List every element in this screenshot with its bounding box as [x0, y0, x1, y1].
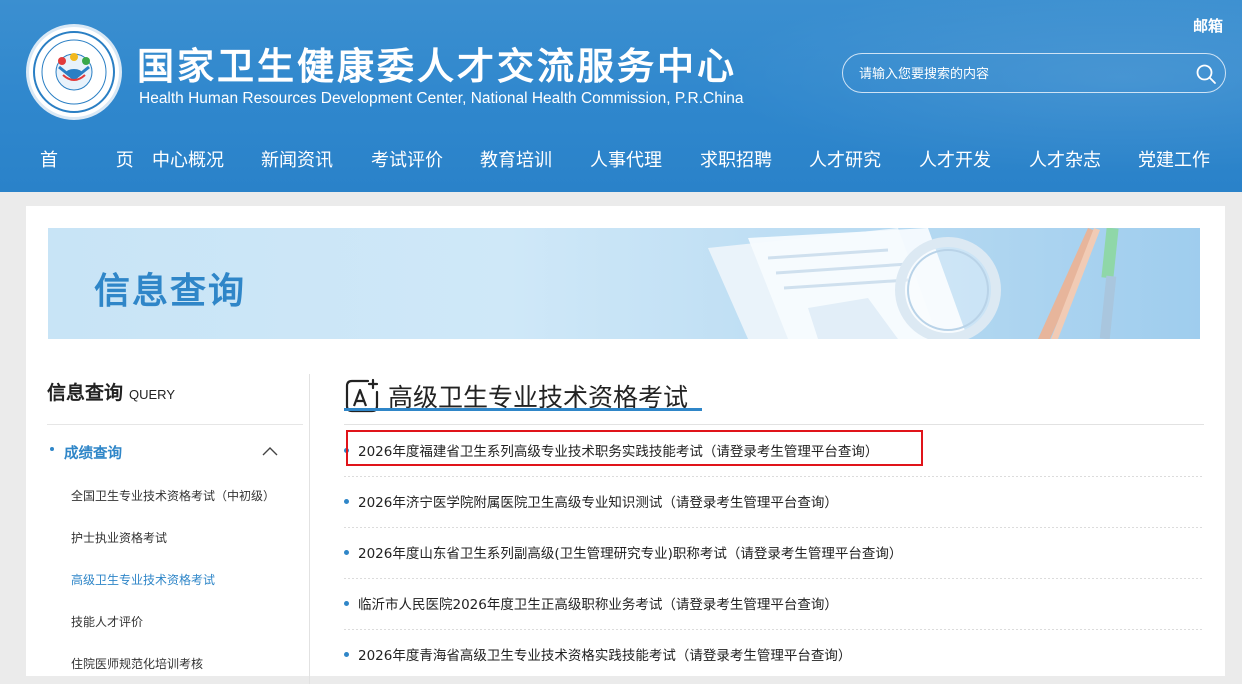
bullet-dot-icon — [50, 447, 54, 451]
nav-item-development[interactable]: 人才开发 — [919, 146, 991, 172]
bullet-dot-icon — [344, 550, 349, 555]
sidebar-category-label: 成绩查询 — [64, 446, 122, 462]
list-item[interactable]: 临沂市人民医院2026年度卫生正高级职称业务考试（请登录考生管理平台查询） — [344, 579, 1204, 630]
nav-item-exams[interactable]: 考试评价 — [371, 146, 443, 172]
site-header: 国家卫生健康委人才交流服务中心 Health Human Resources D… — [0, 0, 1242, 192]
sidebar-category-scores[interactable]: 成绩查询 — [50, 442, 280, 466]
main-nav: 首 页 中心概况 新闻资讯 考试评价 教育培训 人事代理 求职招聘 人才研究 人… — [0, 142, 1242, 178]
sidebar-title-en: QUERY — [129, 387, 176, 402]
banner-title: 信息查询 — [94, 271, 247, 312]
organization-seal-logo-icon — [33, 31, 115, 113]
sidebar-item-residency-training[interactable]: 住院医师规范化培训考核 — [71, 655, 203, 672]
nav-item-research[interactable]: 人才研究 — [809, 146, 881, 172]
list-item[interactable]: 2026年度福建省卫生系列高级专业技术职务实践技能考试（请登录考生管理平台查询） — [344, 426, 1204, 477]
list-item-link[interactable]: 2026年度青海省高级卫生专业技术资格实践技能考试（请登录考生管理平台查询） — [358, 644, 851, 664]
sidebar-item-senior-exam[interactable]: 高级卫生专业技术资格考试 — [71, 571, 215, 588]
list-item-link[interactable]: 2026年度福建省卫生系列高级专业技术职务实践技能考试（请登录考生管理平台查询） — [358, 440, 878, 460]
page-banner: 信息查询 — [48, 228, 1200, 339]
sidebar-divider — [47, 424, 303, 425]
search-box — [842, 53, 1226, 93]
sidebar-item-nurse-exam[interactable]: 护士执业资格考试 — [71, 529, 167, 546]
main-panel: 信息查询 信息查询 QUERY 成绩查询 全国卫生专业技术资格考试（中初级） 护士… — [26, 206, 1225, 684]
list-item[interactable]: 2026年济宁医学院附属医院卫生高级专业知识测试（请登录考生管理平台查询） — [344, 477, 1204, 528]
sidebar-item-national-exam[interactable]: 全国卫生专业技术资格考试（中初级） — [71, 487, 275, 504]
list-item-link[interactable]: 2026年济宁医学院附属医院卫生高级专业知识测试（请登录考生管理平台查询） — [358, 491, 838, 511]
search-input[interactable] — [857, 62, 1181, 86]
bullet-dot-icon — [344, 652, 349, 657]
nav-item-education[interactable]: 教育培训 — [480, 146, 552, 172]
organization-logo[interactable] — [26, 24, 122, 120]
site-title-en: Health Human Resources Development Cente… — [139, 90, 744, 107]
bullet-dot-icon — [344, 448, 349, 453]
bullet-dot-icon — [344, 601, 349, 606]
content-title-underline — [344, 408, 702, 411]
sidebar-item-skill-evaluation[interactable]: 技能人才评价 — [71, 613, 143, 630]
nav-item-party[interactable]: 党建工作 — [1138, 146, 1210, 172]
nav-item-about[interactable]: 中心概况 — [152, 146, 224, 172]
mail-link[interactable]: 邮箱 — [1193, 15, 1223, 36]
sidebar-title: 信息查询 QUERY — [47, 378, 175, 405]
chevron-up-icon[interactable] — [262, 446, 278, 456]
bullet-dot-icon — [344, 499, 349, 504]
content-header-divider — [344, 424, 1204, 425]
sidebar-title-cn: 信息查询 — [47, 382, 124, 404]
nav-item-personnel[interactable]: 人事代理 — [590, 146, 662, 172]
nav-item-jobs[interactable]: 求职招聘 — [700, 146, 772, 172]
list-item-link[interactable]: 2026年度山东省卫生系列副高级(卫生管理研究专业)职称考试（请登录考生管理平台… — [358, 542, 902, 562]
nav-item-magazine[interactable]: 人才杂志 — [1029, 146, 1101, 172]
list-item-link[interactable]: 临沂市人民医院2026年度卫生正高级职称业务考试（请登录考生管理平台查询） — [358, 593, 838, 613]
search-icon[interactable] — [1195, 63, 1217, 85]
nav-item-news[interactable]: 新闻资讯 — [261, 146, 333, 172]
site-title-cn: 国家卫生健康委人才交流服务中心 — [137, 45, 737, 88]
list-item[interactable]: 2026年度山东省卫生系列副高级(卫生管理研究专业)职称考试（请登录考生管理平台… — [344, 528, 1204, 579]
nav-item-home[interactable]: 首 页 — [40, 146, 160, 172]
list-item[interactable]: 2026年度青海省高级卫生专业技术资格实践技能考试（请登录考生管理平台查询） — [344, 630, 1204, 680]
sidebar-vertical-divider — [309, 374, 310, 684]
